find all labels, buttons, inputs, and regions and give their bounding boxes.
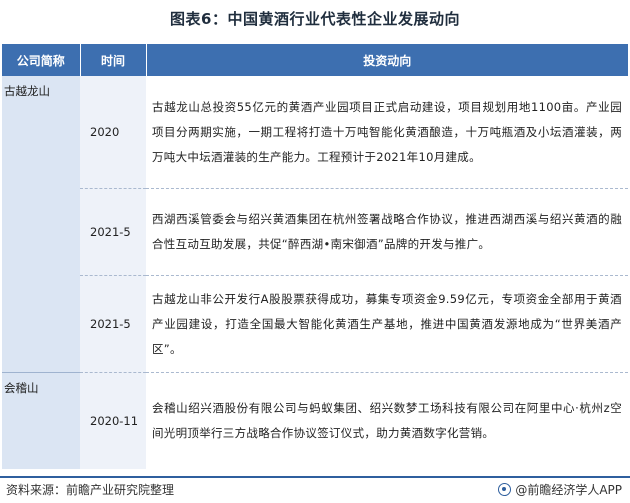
time-cell: 2021-5 (80, 188, 146, 276)
time-cell: 2021-5 (80, 275, 146, 373)
time-cell: 2020 (80, 76, 146, 189)
header-company: 公司简称 (2, 44, 81, 76)
header-direction: 投资动向 (146, 44, 628, 76)
table-row: 会稽山 2020-11 会稽山绍兴酒股份有限公司与蚂蚁集团、绍兴数梦工场科技有限… (2, 372, 628, 469)
description-cell: 古越龙山非公开发行A股股票获得成功，募集专项资金9.59亿元，专项资金全部用于黄… (146, 275, 628, 373)
company-cell: 古越龙山 (2, 76, 80, 373)
description-cell: 古越龙山总投资55亿元的黄酒产业园项目正式启动建设，项目规划用地1100亩。产业… (146, 76, 628, 189)
company-cell: 会稽山 (2, 372, 80, 469)
chart-title: 图表6：中国黄酒行业代表性企业发展动向 (170, 10, 460, 28)
source-note: 资料来源：前瞻产业研究院整理 (6, 483, 175, 497)
investment-table: 公司简称 时间 投资动向 古越龙山 2020 古越龙山总投资55亿元的黄酒产业园… (2, 44, 628, 469)
description-cell: 会稽山绍兴酒股份有限公司与蚂蚁集团、绍兴数梦工场科技有限公司在阿里中心·杭州z空… (146, 372, 628, 469)
brand-label: @前瞻经济学人APP (515, 483, 622, 497)
table-row: 2021-5 西湖西溪管委会与绍兴黄酒集团在杭州签署战略合作协议，推进西湖西溪与… (2, 188, 628, 276)
footer-divider (0, 476, 630, 478)
table-header-row: 公司简称 时间 投资动向 (2, 44, 628, 76)
brand-credit: @前瞻经济学人APP (498, 481, 622, 498)
table-row: 2021-5 古越龙山非公开发行A股股票获得成功，募集专项资金9.59亿元，专项… (2, 275, 628, 373)
brand-logo-icon (498, 483, 512, 496)
time-cell: 2020-11 (80, 372, 146, 469)
header-time: 时间 (80, 44, 147, 76)
description-cell: 西湖西溪管委会与绍兴黄酒集团在杭州签署战略合作协议，推进西湖西溪与绍兴黄酒的融合… (146, 188, 628, 276)
table-row: 古越龙山 2020 古越龙山总投资55亿元的黄酒产业园项目正式启动建设，项目规划… (2, 76, 628, 373)
